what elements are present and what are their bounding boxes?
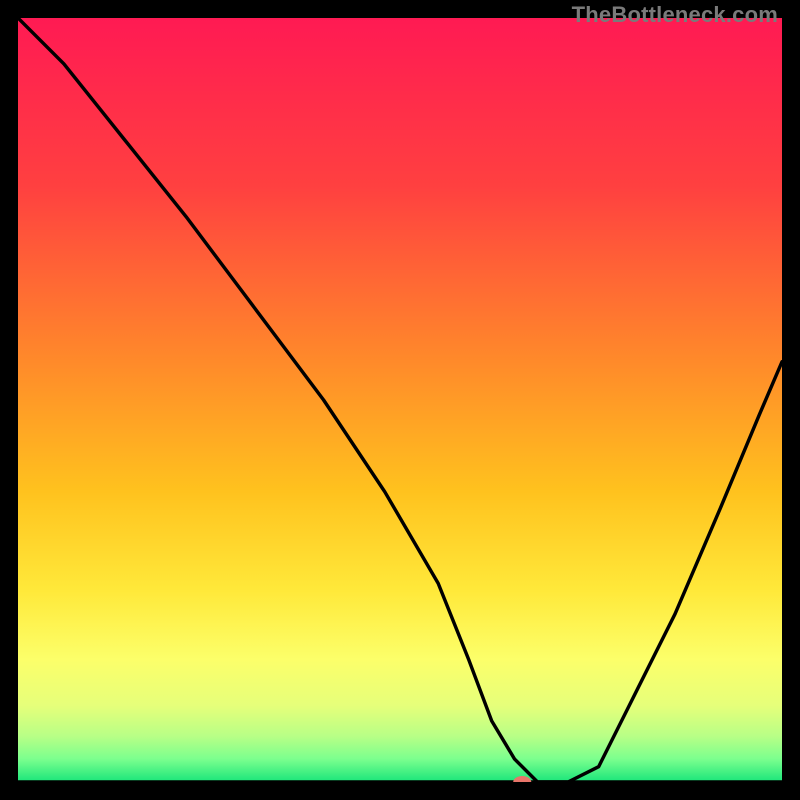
chart-svg [18,18,782,782]
chart-frame: TheBottleneck.com [0,0,800,800]
chart-plot-area [18,18,782,782]
watermark-text: TheBottleneck.com [572,2,778,28]
chart-background [18,18,782,782]
